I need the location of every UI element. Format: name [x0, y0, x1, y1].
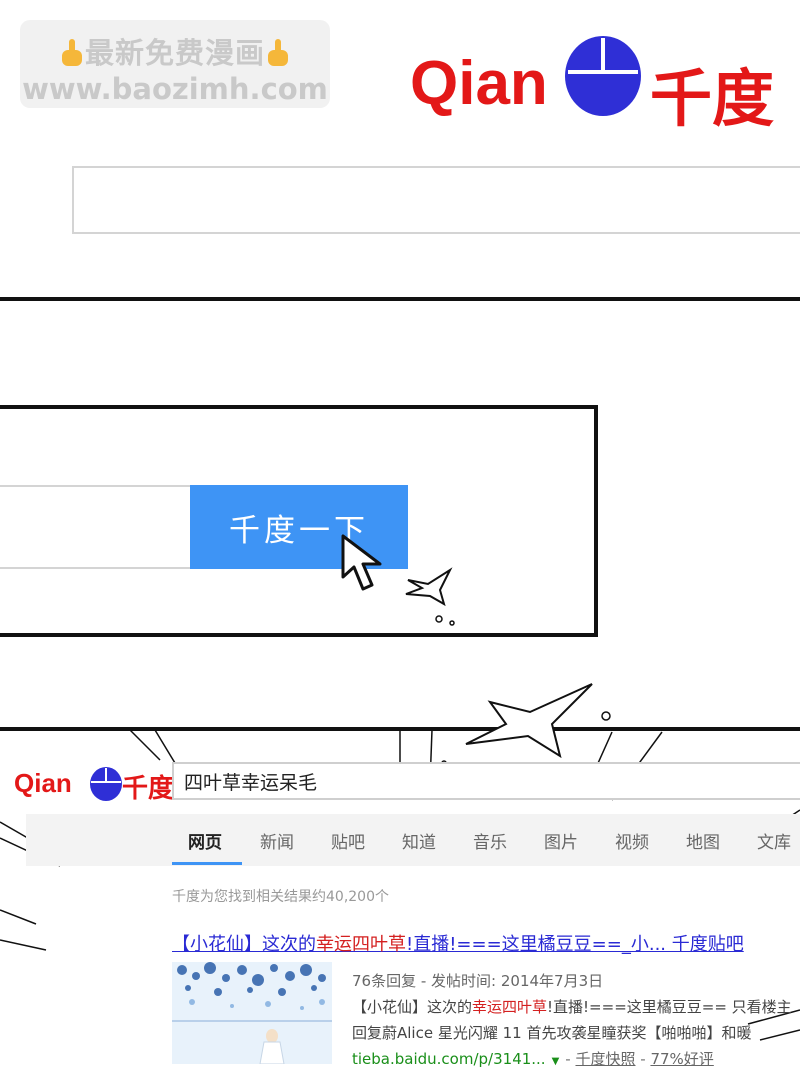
separator: -	[565, 1050, 576, 1068]
tab-zhidao[interactable]: 知道	[402, 828, 436, 853]
logo-latin: Qian	[14, 768, 72, 798]
active-tab-indicator	[172, 862, 242, 865]
tab-map[interactable]: 地图	[686, 828, 720, 853]
result-meta: 76条回复 - 发帖时间: 2014年7月3日	[352, 972, 604, 990]
result-count: 千度为您找到相关结果约40,200个	[172, 889, 389, 905]
dropdown-arrow-icon[interactable]: ▼	[552, 1056, 560, 1067]
rating-link[interactable]: 77%好评	[650, 1050, 713, 1068]
tab-tieba[interactable]: 贴吧	[331, 828, 365, 853]
result-snippet: 回复蔚Alice 星光闪耀 11 首先攻袭星瞳获奖【啪啪啪】和暖	[352, 1024, 752, 1042]
snippet-highlight: 幸运四叶草	[472, 998, 548, 1016]
tab-wenku[interactable]: 文库	[757, 828, 791, 853]
results-logo[interactable]: Qian 千度	[14, 762, 174, 806]
comic-page: 最新免费漫画 www.baozimh.com Qian 千度 千度一下 Qian…	[0, 0, 800, 1080]
result-url-line: tieba.baidu.com/p/3141... ▼ - 千度快照 - 77%好评	[352, 1048, 714, 1069]
result-snippet: 【小花仙】这次的幸运四叶草!直播!===这里橘豆豆== 只看楼主	[352, 996, 792, 1017]
title-part: 【小花仙】这次的	[172, 934, 316, 955]
tab-news[interactable]: 新闻	[260, 828, 294, 853]
result-thumbnail[interactable]	[172, 962, 332, 1064]
tab-video[interactable]: 视频	[615, 828, 649, 853]
title-highlight: 幸运四叶草	[316, 934, 406, 955]
tab-web[interactable]: 网页	[188, 828, 222, 853]
speed-lines-effect	[0, 683, 800, 1041]
query-input[interactable]: 四叶草幸运呆毛	[172, 762, 800, 800]
result-url[interactable]: tieba.baidu.com/p/3141...	[352, 1050, 546, 1068]
separator: -	[635, 1050, 651, 1068]
paw-logo-icon	[90, 767, 122, 801]
result-title-link[interactable]: 【小花仙】这次的幸运四叶草!直播!===这里橘豆豆==_小... 千度贴吧	[172, 930, 744, 956]
tab-music[interactable]: 音乐	[473, 828, 507, 853]
logo-chinese: 千度	[122, 774, 175, 804]
title-part: !直播!===这里橘豆豆==_小... 千度贴吧	[406, 934, 744, 955]
snippet-part: !直播!===这里橘豆豆== 只看楼主	[547, 998, 792, 1016]
tab-images[interactable]: 图片	[544, 828, 578, 853]
snippet-part: 【小花仙】这次的	[352, 998, 473, 1016]
cache-link[interactable]: 千度快照	[575, 1050, 635, 1068]
